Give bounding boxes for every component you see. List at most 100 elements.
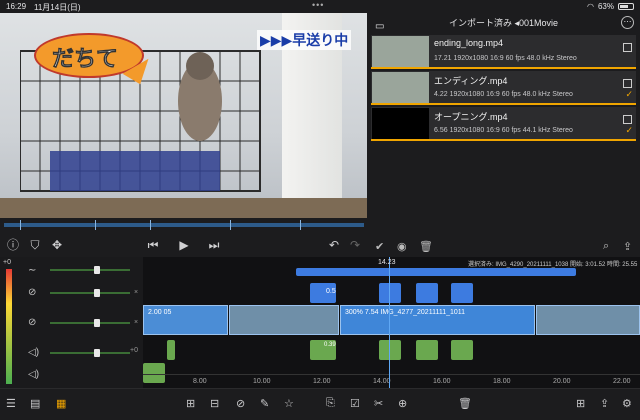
speaker-icon[interactable]: ◁) [28,369,39,380]
clip-item[interactable]: オープニング.mp4 6.56 1920x1080 16:9 60 fps 44… [371,107,636,141]
undo-icon[interactable]: ↶ [325,236,343,254]
audio-clip[interactable]: 0.39 [310,340,336,360]
clip-thumbnail [372,72,429,103]
clip-meta: 17.21 1920x1080 16:9 60 fps 48.0 kHz Ste… [434,55,577,62]
clip-meta: 4.22 1920x1080 16:9 60 fps 48.0 kHz Ster… [434,91,573,98]
effect-clip[interactable] [416,283,438,303]
volume-fader[interactable] [50,266,130,274]
selection-info: 選択済み: IMG_4290_20211111_1038 開始: 3:01.52… [468,262,638,268]
scissors-icon[interactable]: ✂ [374,397,383,410]
record-icon[interactable]: ◉ [397,240,407,253]
paste-icon[interactable]: ⎘ [326,397,335,410]
clip-label: 2.00 05 [148,309,172,316]
clip-item[interactable]: ending_long.mp4 17.21 1920x1080 16:9 60 … [371,35,636,69]
track-area[interactable]: 0.5 2.00 05 300% 7.54 IMG_4277_20211111_… [143,257,640,383]
import-header: ▭ インポート済み ◂001Movie ⋯ [367,13,640,33]
status-bar: 16:29 11月14日(日) ••• ◠ 63% [0,0,640,13]
link-icon[interactable]: ⊘ [236,397,245,410]
battery-icon [618,3,634,10]
clip-checkbox[interactable] [623,43,632,52]
check-square-icon[interactable]: ☑ [350,397,360,410]
clip-checkbox[interactable] [623,79,632,88]
bottom-toolbar: ☰ ▤ ▦ ⊞ ⊟ ⊘ ✎ ☆ ⎘ ☑ ✂ ⊕ 🗑 ⊞ ⇪ ⚙ [0,388,640,420]
volume-fader[interactable] [50,319,130,327]
clip-name: オープニング.mp4 [434,112,508,122]
clip-name: ending_long.mp4 [434,38,504,48]
battery-percent: 63% [597,2,614,11]
library-icon[interactable]: ▤ [30,397,40,410]
layout-icon[interactable]: ⊞ [576,397,585,410]
mute-icon[interactable]: ⊘ [28,287,36,298]
ruler-tick: 22.00 [613,378,631,385]
playhead[interactable] [389,257,390,388]
import-title[interactable]: インポート済み ◂001Movie [449,18,558,28]
speaker-icon[interactable]: ◁) [28,347,39,358]
check-icon: ✓ [625,89,633,99]
clip-meta: 6.56 1920x1080 16:9 60 fps 44.1 kHz Ster… [434,127,573,134]
time-ruler[interactable]: 8.00 10.00 12.00 14.00 16.00 18.00 20.00… [143,374,640,388]
redo-icon[interactable]: ↷ [346,236,364,254]
clip-item[interactable]: エンディング.mp4 4.22 1920x1080 16:9 60 fps 48… [371,71,636,105]
ruler-tick: 16.00 [433,378,451,385]
effect-clip[interactable] [379,283,401,303]
volume-fader[interactable] [50,289,130,297]
add-clip-icon[interactable]: ⊞ [186,397,195,410]
select-check-icon[interactable]: ✔ [375,240,384,253]
lane-wave-icon[interactable]: ∼ [28,265,36,276]
clip-thumbnail [372,36,429,67]
mixer-level-mid: +0 [130,347,138,354]
favorite-icon[interactable]: ☆ [284,397,294,410]
folder-icon[interactable]: ▭ [375,17,384,37]
video-preview[interactable]: だちて ▶▶▶早送り中 [0,13,367,218]
fit-icon[interactable]: ⊟ [210,397,219,410]
pen-icon[interactable]: ✎ [260,397,269,410]
video-clip[interactable] [536,305,640,335]
ruler-tick: 12.00 [313,378,331,385]
audio-clip[interactable] [167,340,175,360]
clip-name: エンディング.mp4 [434,76,508,86]
trash-icon[interactable]: 🗑 [419,240,433,253]
video-clip[interactable]: 300% 7.54 IMG_4277_20211111_1011 [340,305,535,335]
level-meter [6,269,12,384]
timeline[interactable]: +0 ∼ ⊘ × ⊘ × ◁) +0 ◁) 0.5 2.00 05 300% 7… [0,257,640,388]
share-icon[interactable]: ⇪ [600,397,609,410]
clip-thumbnail [372,108,429,139]
trash-icon[interactable]: 🗑 [458,397,472,410]
search-icon[interactable]: ⌕ [603,240,609,253]
close-icon[interactable]: × [134,289,138,296]
audio-duration-label: 0.39 [324,342,336,348]
audio-clip[interactable] [379,340,401,360]
wifi-icon: ◠ [587,2,594,11]
marker-icon[interactable]: ⛉ [26,236,44,254]
speech-bubble-text: だちて [52,47,119,73]
multitasking-dots-icon[interactable]: ••• [312,0,324,10]
play-icon[interactable]: ▶ [175,236,193,254]
audio-icon[interactable]: ▦ [56,397,66,410]
split-icon[interactable]: ✥ [48,236,66,254]
playhead-time: 14.23 [378,259,396,266]
more-icon[interactable]: ⋯ [621,16,634,29]
skip-back-icon[interactable]: ⏮ [144,236,162,254]
effect-clip[interactable] [451,283,473,303]
clip-duration-label: 0.5 [326,288,336,295]
preview-scrubber[interactable] [0,218,367,232]
ruler-tick: 10.00 [253,378,271,385]
list-icon[interactable]: ☰ [6,397,16,410]
mute-icon[interactable]: ⊘ [28,317,36,328]
add-icon[interactable]: ⊕ [398,397,407,410]
effect-clip[interactable]: 0.5 [310,283,336,303]
audio-clip[interactable] [451,340,473,360]
settings-icon[interactable]: ⚙ [622,397,632,410]
clip-checkbox[interactable] [623,115,632,124]
close-icon[interactable]: × [134,319,138,326]
video-clip[interactable] [229,305,339,335]
import-icon[interactable]: ⇪ [623,240,632,253]
import-panel: ▭ インポート済み ◂001Movie ⋯ ending_long.mp4 17… [367,13,640,253]
audio-clip[interactable] [416,340,438,360]
skip-forward-icon[interactable]: ⏭ [205,236,223,254]
info-icon[interactable]: ⓘ [4,236,22,254]
title-track-clip[interactable] [296,268,576,276]
mixer-level-top: +0 [3,259,11,266]
video-clip[interactable]: 2.00 05 [143,305,228,335]
volume-fader[interactable] [50,349,130,357]
